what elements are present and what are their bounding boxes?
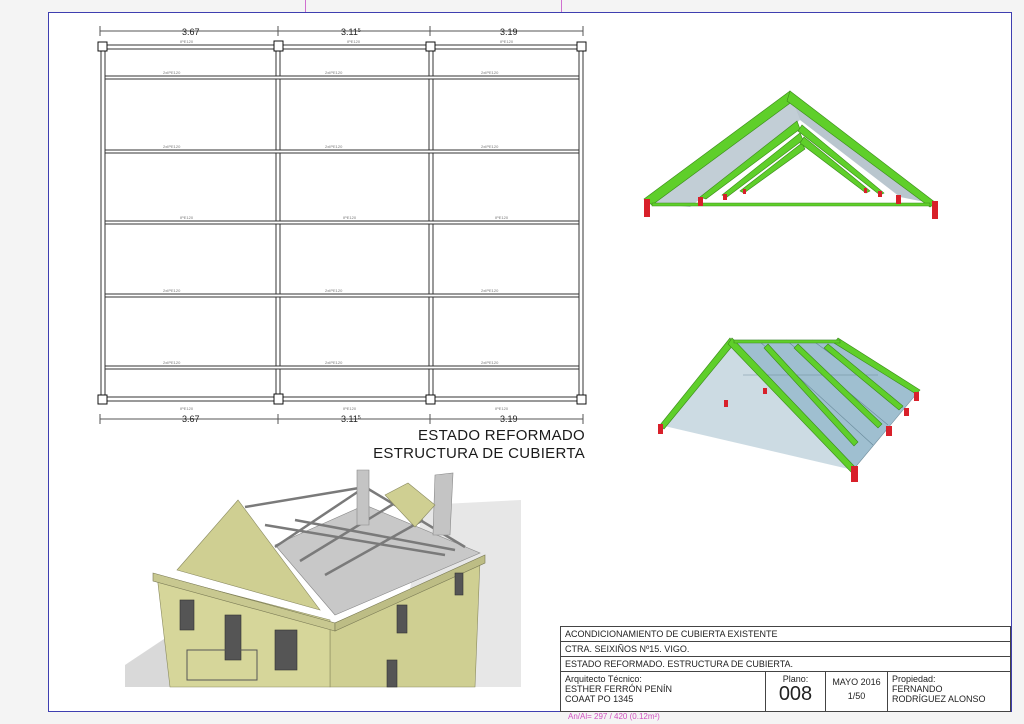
- svg-text:2xIPE120: 2xIPE120: [481, 144, 499, 149]
- roof-truss-3d-view: [643, 90, 938, 219]
- svg-text:IPE120: IPE120: [180, 215, 194, 220]
- plano-cell: Plano: 008: [766, 672, 826, 712]
- svg-text:IPE120: IPE120: [347, 39, 361, 44]
- architect-registration: COAAT PO 1345: [565, 694, 634, 704]
- dim-top-2: 3.115: [341, 27, 361, 37]
- svg-text:IPE120: IPE120: [495, 215, 509, 220]
- owner-label: Propiedad:: [892, 674, 936, 684]
- svg-text:IPE120: IPE120: [495, 406, 509, 411]
- svg-text:IPE120: IPE120: [180, 406, 194, 411]
- building-3d-view: [125, 469, 521, 688]
- owner-name-1: FERNANDO: [892, 684, 943, 694]
- owner-cell: Propiedad: FERNANDO RODRÍGUEZ ALONSO: [888, 672, 1012, 712]
- dim-bottom-2: 3.115: [341, 414, 361, 424]
- architect-cell: Arquitecto Técnico: ESTHER FERRÓN PENÍN …: [561, 672, 766, 712]
- project-address: CTRA. SEIXIÑOS Nº15. VIGO.: [561, 642, 1010, 657]
- svg-text:2xIPE120: 2xIPE120: [163, 144, 181, 149]
- roof-structure-plan: IPE120 IPE120 IPE120 2xIPE120 2xIPE120 2xIPE…: [97, 26, 587, 424]
- title-block-details: Arquitecto Técnico: ESTHER FERRÓN PENÍN …: [561, 672, 1010, 712]
- drawing-date: MAYO 2016: [832, 677, 881, 687]
- roof-glazing-3d-view: [658, 337, 921, 482]
- sheet-format-note: An/Al= 297 / 420 (0.12m²): [568, 712, 660, 721]
- architect-name: ESTHER FERRÓN PENÍN: [565, 684, 673, 694]
- svg-text:IPE120: IPE120: [500, 39, 514, 44]
- dim-top-3: 3.19: [500, 27, 518, 37]
- owner-name-2: RODRÍGUEZ ALONSO: [892, 694, 986, 704]
- svg-text:2xIPE120: 2xIPE120: [163, 360, 181, 365]
- sheet-title: ESTADO REFORMADO. ESTRUCTURA DE CUBIERTA…: [561, 657, 1010, 672]
- svg-text:IPE120: IPE120: [343, 215, 357, 220]
- date-scale-cell: MAYO 2016 1/50: [826, 672, 888, 712]
- svg-text:2xIPE120: 2xIPE120: [481, 288, 499, 293]
- svg-text:2xIPE120: 2xIPE120: [481, 70, 499, 75]
- plano-number: 008: [778, 683, 813, 705]
- svg-text:IPE120: IPE120: [180, 39, 194, 44]
- drawing-scale: 1/50: [847, 691, 866, 701]
- svg-text:2xIPE120: 2xIPE120: [163, 288, 181, 293]
- dim-bottom-1: 3.67: [182, 414, 200, 424]
- svg-text:2xIPE120: 2xIPE120: [325, 288, 343, 293]
- drawing-title-line2: ESTRUCTURA DE CUBIERTA: [373, 445, 585, 462]
- dim-bottom-3: 3.19: [500, 414, 518, 424]
- drawing-title-line1: ESTADO REFORMADO: [417, 427, 585, 444]
- svg-text:2xIPE120: 2xIPE120: [325, 144, 343, 149]
- trim-mark-left: [305, 0, 306, 12]
- project-name: ACONDICIONAMIENTO DE CUBIERTA EXISTENTE: [561, 627, 1010, 642]
- trim-mark-right: [561, 0, 562, 12]
- svg-text:2xIPE120: 2xIPE120: [325, 70, 343, 75]
- svg-text:2xIPE120: 2xIPE120: [481, 360, 499, 365]
- dim-top-1: 3.67: [182, 27, 200, 37]
- title-block: ACONDICIONAMIENTO DE CUBIERTA EXISTENTE …: [560, 626, 1011, 712]
- svg-text:IPE120: IPE120: [343, 406, 357, 411]
- architect-label: Arquitecto Técnico:: [565, 674, 642, 684]
- svg-text:2xIPE120: 2xIPE120: [163, 70, 181, 75]
- svg-text:2xIPE120: 2xIPE120: [325, 360, 343, 365]
